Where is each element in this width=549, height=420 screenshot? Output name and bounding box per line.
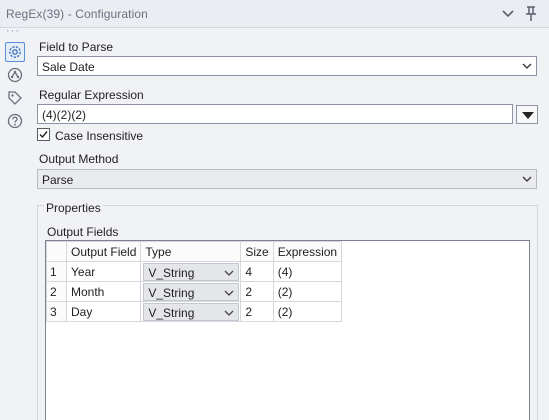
chevron-down-icon: [223, 307, 235, 319]
type-select[interactable]: V_String: [143, 302, 240, 321]
gear-icon[interactable]: [5, 42, 25, 62]
regex-value: (4)(2)(2): [42, 108, 86, 122]
chevron-down-icon[interactable]: [498, 4, 518, 24]
column-header-size[interactable]: Size: [240, 241, 274, 262]
properties-legend: Properties: [44, 201, 103, 215]
tag-icon[interactable]: [5, 88, 25, 108]
output-method-select[interactable]: Parse: [37, 169, 537, 189]
output-method-value: Parse: [42, 173, 74, 187]
output-fields-label: Output Fields: [47, 225, 119, 239]
field-to-parse-label: Field to Parse: [39, 40, 114, 54]
expression-cell[interactable]: (2): [272, 301, 343, 322]
chevron-down-icon: [223, 287, 235, 299]
chevron-down-icon: [521, 60, 533, 72]
title-bar: RegEx(39) - Configuration: [0, 0, 549, 28]
type-value: V_String: [148, 265, 195, 280]
regex-input[interactable]: (4)(2)(2): [37, 104, 513, 124]
column-header-type[interactable]: Type: [140, 241, 242, 262]
grid-corner: [46, 241, 67, 262]
regex-helper-dropdown-button[interactable]: [516, 105, 538, 124]
regex-label: Regular Expression: [39, 88, 144, 102]
nodes-icon[interactable]: [5, 65, 25, 85]
row-number[interactable]: 1: [46, 261, 67, 282]
output-field-cell[interactable]: Year: [65, 261, 142, 282]
column-header-expression[interactable]: Expression: [272, 241, 343, 262]
output-field-cell[interactable]: Month: [65, 281, 142, 302]
case-insensitive-label: Case Insensitive: [55, 129, 144, 143]
type-cell: V_String: [140, 281, 242, 302]
type-select[interactable]: V_String: [143, 262, 240, 281]
question-icon[interactable]: [5, 111, 25, 131]
type-value: V_String: [148, 285, 195, 300]
table-header-row: Output Field Type Size Expression: [46, 241, 343, 262]
size-cell[interactable]: 4: [240, 261, 274, 282]
table-row: 1 Year V_String 4 (4): [46, 261, 343, 282]
row-number[interactable]: 3: [46, 301, 67, 322]
size-cell[interactable]: 2: [240, 301, 274, 322]
expression-cell[interactable]: (4): [272, 261, 343, 282]
more-icon[interactable]: ···: [6, 26, 20, 37]
type-cell: V_String: [140, 261, 242, 282]
expression-cell[interactable]: (2): [272, 281, 343, 302]
type-select[interactable]: V_String: [143, 282, 240, 301]
column-header-output-field[interactable]: Output Field: [65, 241, 142, 262]
case-insensitive-checkbox[interactable]: [37, 128, 50, 141]
window-title: RegEx(39) - Configuration: [6, 7, 148, 21]
type-value: V_String: [148, 305, 195, 320]
table-row: 2 Month V_String 2 (2): [46, 281, 343, 302]
type-cell: V_String: [140, 301, 242, 322]
pin-icon[interactable]: [521, 4, 541, 24]
field-to-parse-value: Sale Date: [42, 60, 95, 74]
output-field-cell[interactable]: Day: [65, 301, 142, 322]
chevron-down-icon: [521, 173, 533, 185]
table-row: 3 Day V_String 2 (2): [46, 301, 343, 322]
row-number[interactable]: 2: [46, 281, 67, 302]
output-method-label: Output Method: [39, 152, 119, 166]
chevron-down-icon: [223, 267, 235, 279]
triangle-down-icon: [522, 112, 534, 119]
output-fields-grid: Output Field Type Size Expression 1 Year…: [45, 240, 530, 420]
field-to-parse-select[interactable]: Sale Date: [37, 56, 537, 76]
output-fields-table: Output Field Type Size Expression 1 Year…: [46, 241, 343, 322]
size-cell[interactable]: 2: [240, 281, 274, 302]
